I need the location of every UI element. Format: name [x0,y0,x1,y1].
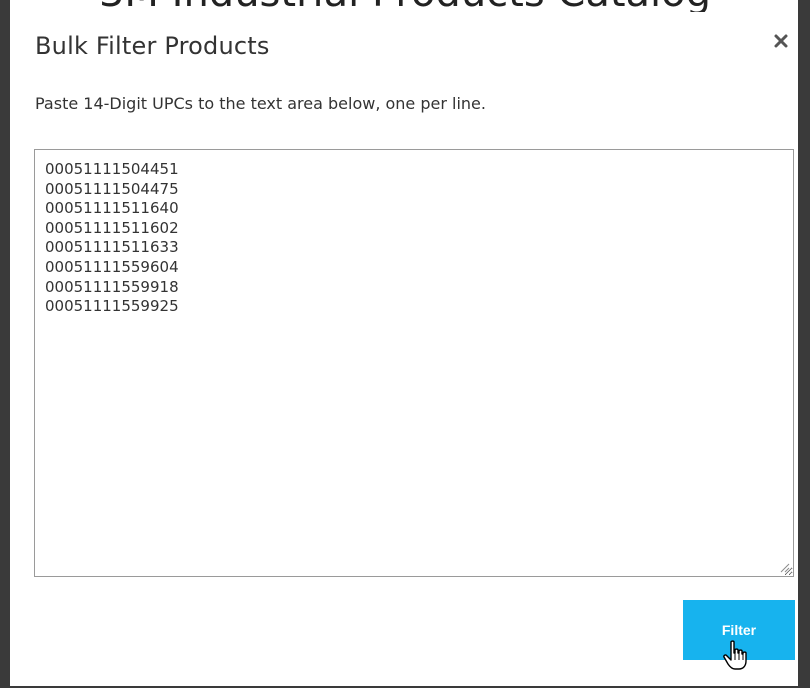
bulk-filter-modal: Bulk Filter Products Paste 14-Digit UPCs… [10,12,798,686]
overlay-edge-right [798,0,810,688]
overlay-edge-left [0,0,10,688]
modal-title: Bulk Filter Products [35,32,270,60]
resize-handle-icon[interactable] [778,561,790,573]
hand-pointer-cursor-icon [723,640,747,670]
close-button[interactable] [768,28,794,54]
upc-textarea[interactable] [34,149,794,577]
instructions-text: Paste 14-Digit UPCs to the text area bel… [35,94,486,113]
filter-button-label: Filter [721,622,757,638]
close-icon [774,34,788,48]
